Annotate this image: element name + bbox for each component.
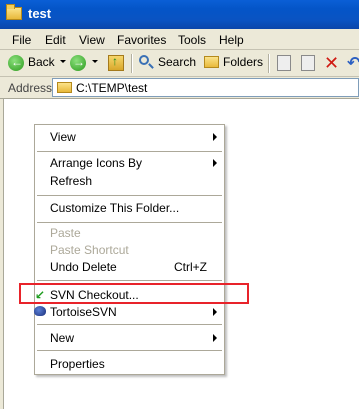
menu-separator	[37, 350, 222, 351]
back-arrow-icon[interactable]: ←	[8, 55, 24, 71]
toolbar-separator	[268, 54, 269, 73]
folder-icon	[6, 4, 22, 20]
menu-item-label: View	[50, 130, 76, 144]
menu-help[interactable]: Help	[219, 33, 244, 47]
menu-item-paste: Paste	[36, 224, 223, 242]
copy-to-icon[interactable]	[301, 55, 315, 71]
move-to-icon[interactable]	[277, 55, 291, 71]
menu-item-paste-shortcut: Paste Shortcut	[36, 241, 223, 259]
undo-icon[interactable]: ↶	[347, 53, 359, 73]
menu-item-label: Paste	[50, 226, 81, 240]
menu-item-label: Paste Shortcut	[50, 243, 129, 257]
menu-separator	[37, 195, 222, 196]
tortoisesvn-icon	[34, 306, 46, 316]
menu-item-shortcut: Ctrl+Z	[174, 260, 207, 274]
menu-item-label: Undo Delete	[50, 260, 117, 274]
delete-icon[interactable]: ✕	[324, 53, 339, 74]
menu-separator	[37, 151, 222, 152]
search-icon[interactable]	[139, 55, 149, 65]
toolbar: ← Back → Search Folders ✕ ↶	[0, 50, 359, 77]
context-menu: View Arrange Icons By Refresh Customize …	[34, 124, 225, 375]
address-input[interactable]: C:\TEMP\test	[52, 78, 359, 97]
highlight-box	[19, 283, 249, 304]
menu-favorites[interactable]: Favorites	[117, 33, 166, 47]
menu-separator	[37, 222, 222, 223]
back-button[interactable]: Back	[28, 55, 55, 69]
menu-item-arrange-icons[interactable]: Arrange Icons By	[36, 154, 223, 172]
folder-icon	[57, 82, 72, 93]
menu-item-label: New	[50, 331, 75, 345]
folders-icon[interactable]	[204, 56, 219, 68]
submenu-arrow-icon	[213, 308, 217, 316]
forward-dropdown-icon[interactable]	[92, 60, 98, 63]
back-dropdown-icon[interactable]	[60, 60, 66, 63]
menu-separator	[37, 280, 222, 281]
submenu-arrow-icon	[213, 159, 217, 167]
address-value[interactable]: C:\TEMP\test	[76, 81, 147, 95]
menu-item-view[interactable]: View	[36, 128, 223, 146]
submenu-arrow-icon	[213, 334, 217, 342]
menu-item-customize-folder[interactable]: Customize This Folder...	[36, 199, 223, 217]
menu-item-properties[interactable]: Properties	[36, 355, 223, 373]
title-bar[interactable]: test	[0, 0, 359, 29]
address-label: Address	[8, 81, 53, 95]
menu-item-refresh[interactable]: Refresh	[36, 172, 223, 190]
address-bar: Address C:\TEMP\test	[0, 77, 359, 99]
menu-separator	[37, 324, 222, 325]
menu-file[interactable]: File	[12, 33, 31, 47]
menu-view[interactable]: View	[79, 33, 105, 47]
forward-arrow-icon[interactable]: →	[70, 55, 86, 71]
menu-item-label: Properties	[50, 357, 105, 371]
menu-item-undo-delete[interactable]: Undo Delete Ctrl+Z	[36, 258, 223, 276]
menu-item-label: Arrange Icons By	[50, 156, 143, 170]
toolbar-separator	[131, 54, 132, 73]
menu-item-label: Refresh	[50, 174, 93, 188]
window-title: test	[28, 6, 52, 21]
search-button[interactable]: Search	[158, 55, 196, 69]
window-frame-left	[0, 99, 4, 409]
menu-edit[interactable]: Edit	[45, 33, 66, 47]
menu-item-tortoisesvn[interactable]: TortoiseSVN	[34, 303, 223, 321]
menu-item-label: TortoiseSVN	[50, 305, 117, 319]
up-folder-icon[interactable]	[108, 54, 124, 71]
folders-button[interactable]: Folders	[223, 55, 263, 69]
submenu-arrow-icon	[213, 133, 217, 141]
menu-item-new[interactable]: New	[36, 329, 223, 347]
menu-item-label: Customize This Folder...	[50, 201, 180, 215]
menu-tools[interactable]: Tools	[178, 33, 206, 47]
menu-bar: File Edit View Favorites Tools Help	[0, 29, 359, 50]
